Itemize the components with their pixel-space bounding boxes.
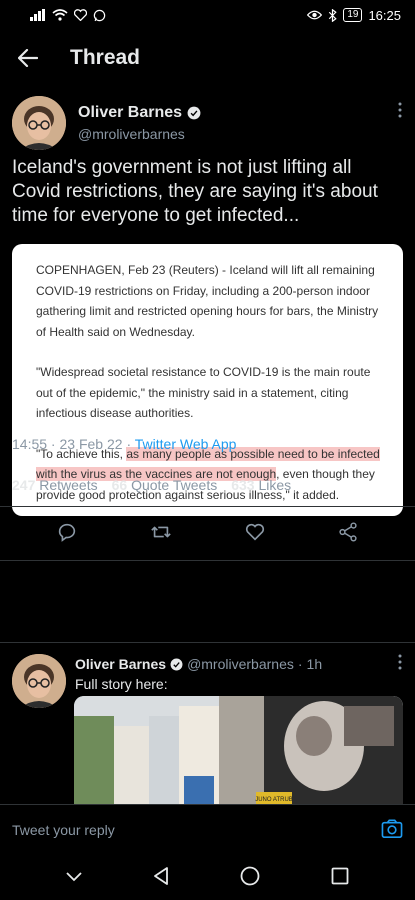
photo-sign-text: JUNO ATRUB: [255, 797, 293, 803]
share-icon: [339, 521, 357, 542]
tweet-date: 23 Feb 22: [59, 436, 123, 452]
back-arrow-icon: [18, 49, 38, 67]
bluetooth-icon: [329, 8, 338, 22]
nav-back-button[interactable]: [153, 866, 169, 890]
chevron-down-icon: [65, 872, 82, 882]
triangle-back-icon: [153, 866, 168, 885]
likes-stat[interactable]: 633 Likes: [231, 477, 291, 493]
share-button[interactable]: [337, 521, 359, 548]
wifi-icon: [52, 9, 68, 21]
tweet-timestamp: 14:55 · 23 Feb 22 · Twitter Web App: [12, 436, 237, 452]
eye-icon: [307, 10, 323, 20]
top-app-bar: Thread: [0, 36, 415, 80]
reply-composer[interactable]: Tweet your reply: [0, 804, 415, 856]
clock: 16:25: [368, 7, 401, 23]
nav-home-button[interactable]: [240, 866, 260, 891]
status-bar: 19 16:25: [0, 0, 415, 30]
nav-recents-button[interactable]: [331, 867, 349, 890]
verified-badge-icon: [187, 106, 201, 120]
avatar-image: [12, 96, 66, 150]
likes-label: Likes: [258, 477, 292, 493]
quotes-count: 66: [111, 477, 128, 493]
retweets-label: Retweets: [39, 477, 98, 493]
separator-dot: ·: [297, 656, 303, 672]
tweet-client-link[interactable]: Twitter Web App: [135, 436, 237, 452]
heart-notification-icon: [74, 9, 87, 21]
tweet-text: Iceland's government is not just lifting…: [12, 157, 378, 226]
more-options-button[interactable]: [397, 654, 403, 675]
reply-text: Full story here:: [75, 676, 168, 692]
tweet-time: 14:55: [12, 436, 48, 452]
tweet-stats: 247 Retweets 66 Quote Tweets 633 Likes: [12, 477, 291, 493]
tweet-age: 1h: [306, 656, 323, 672]
quotes-stat[interactable]: 66 Quote Tweets: [112, 477, 218, 493]
article-paragraph-3: "To achieve this, as many people as poss…: [36, 444, 381, 506]
retweets-stat[interactable]: 247 Retweets: [12, 477, 98, 493]
tweet-actions: [0, 518, 415, 550]
verified-badge-icon: [170, 658, 183, 670]
street-photo: JUNO ATRUB: [74, 696, 403, 808]
avatar[interactable]: [12, 96, 66, 150]
avatar-image: [12, 654, 66, 708]
signal-icon: [30, 9, 45, 21]
divider: [0, 642, 415, 643]
article-paragraph-1: COPENHAGEN, Feb 23 (Reuters) - Iceland w…: [36, 263, 379, 339]
nav-collapse-button[interactable]: [65, 869, 82, 887]
reply-input[interactable]: Tweet your reply: [12, 822, 115, 838]
system-nav-bar: [0, 856, 415, 900]
back-button[interactable]: [0, 36, 56, 80]
page-title: Thread: [70, 46, 141, 69]
camera-button[interactable]: [381, 819, 403, 844]
divider: [0, 506, 415, 507]
avatar[interactable]: [12, 654, 66, 708]
divider: [0, 560, 415, 561]
quotes-label: Quote Tweets: [131, 477, 218, 493]
link-preview-image[interactable]: JUNO ATRUB: [74, 696, 403, 808]
author-name-text: Oliver Barnes: [78, 104, 183, 121]
author-handle[interactable]: @mroliverbarnes: [78, 126, 185, 142]
author-name[interactable]: Oliver Barnes: [75, 656, 166, 672]
main-tweet: Oliver Barnes @mroliverbarnes Iceland's …: [0, 92, 415, 516]
reply-icon: [58, 523, 75, 542]
author-handle[interactable]: @mroliverbarnes: [187, 656, 294, 672]
reply-button[interactable]: [56, 521, 78, 548]
circle-home-icon: [240, 866, 260, 885]
like-button[interactable]: [244, 521, 266, 548]
article-paragraph-2: "Widespread societal resistance to COVID…: [36, 365, 371, 420]
more-options-button[interactable]: [397, 102, 403, 123]
retweet-icon: [151, 526, 171, 537]
heart-icon: [246, 523, 265, 541]
reply-header: Oliver Barnes @mroliverbarnes · 1h: [75, 656, 322, 672]
retweets-count: 247: [12, 477, 36, 493]
likes-count: 633: [231, 477, 255, 493]
article-screenshot[interactable]: COPENHAGEN, Feb 23 (Reuters) - Iceland w…: [12, 244, 403, 516]
square-recents-icon: [331, 867, 349, 884]
retweet-button[interactable]: [149, 521, 173, 548]
author-name[interactable]: Oliver Barnes: [78, 104, 201, 122]
more-vertical-icon: [398, 654, 402, 670]
camera-icon: [381, 819, 403, 838]
more-vertical-icon: [398, 102, 402, 118]
whatsapp-icon: [93, 9, 106, 21]
battery-indicator: 19: [343, 8, 363, 22]
